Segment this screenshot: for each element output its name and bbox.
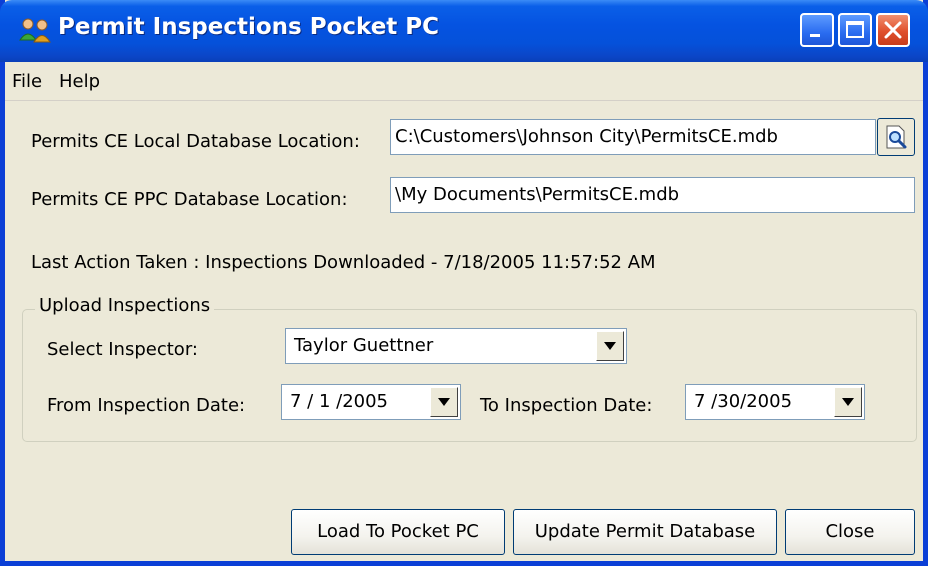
menu-help[interactable]: Help [59, 71, 100, 92]
to-date-picker-arrow[interactable] [834, 387, 862, 417]
local-db-label: Permits CE Local Database Location: [31, 131, 360, 152]
chevron-down-icon [438, 398, 450, 406]
from-date-label: From Inspection Date: [47, 395, 246, 416]
maximize-button[interactable] [838, 13, 872, 47]
close-icon [884, 21, 902, 39]
load-to-pocket-pc-button[interactable]: Load To Pocket PC [291, 509, 505, 555]
to-date-label: To Inspection Date: [480, 395, 653, 416]
ppc-db-label: Permits CE PPC Database Location: [31, 189, 348, 210]
inspector-dropdown[interactable]: Taylor Guettner [285, 328, 627, 364]
to-date-value: 7 /30/2005 [694, 391, 793, 412]
select-inspector-label: Select Inspector: [47, 339, 198, 360]
title-bar[interactable]: Permit Inspections Pocket PC [0, 0, 928, 62]
menu-file[interactable]: File [12, 71, 42, 92]
inspector-dropdown-value: Taylor Guettner [294, 335, 434, 356]
menu-bar: File Help [5, 62, 923, 101]
window-title: Permit Inspections Pocket PC [58, 14, 440, 40]
upload-inspections-group-label: Upload Inspections [35, 295, 215, 316]
last-action-status: Last Action Taken : Inspections Download… [31, 252, 656, 273]
update-permit-database-button[interactable]: Update Permit Database [513, 509, 777, 555]
minimize-icon [810, 34, 820, 37]
from-date-value: 7 / 1 /2005 [290, 391, 389, 412]
chevron-down-icon [842, 398, 854, 406]
maximize-icon [846, 21, 864, 38]
chevron-down-icon [604, 342, 616, 350]
minimize-button[interactable] [800, 13, 834, 47]
browse-search-icon [886, 125, 907, 149]
app-window: Permit Inspections Pocket PC File Help P… [0, 0, 928, 566]
inspector-dropdown-arrow[interactable] [596, 331, 624, 361]
close-button[interactable]: Close [785, 509, 915, 555]
local-db-path-input[interactable]: C:\Customers\Johnson City\PermitsCE.mdb [390, 119, 876, 155]
from-date-picker-arrow[interactable] [430, 387, 458, 417]
from-date-picker[interactable]: 7 / 1 /2005 [281, 384, 461, 420]
to-date-picker[interactable]: 7 /30/2005 [685, 384, 865, 420]
ppc-db-path-input[interactable]: \My Documents\PermitsCE.mdb [390, 177, 915, 213]
close-window-button[interactable] [876, 13, 910, 47]
browse-button[interactable] [877, 118, 915, 156]
people-icon [18, 16, 52, 46]
